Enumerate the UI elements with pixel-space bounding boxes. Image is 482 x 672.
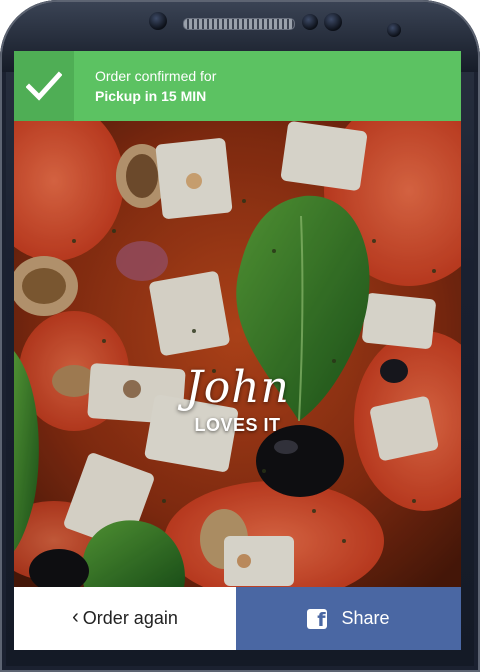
order-again-label: Order again — [82, 608, 178, 628]
facebook-icon: f — [307, 608, 328, 629]
app-screen: Order confirmed for Pickup in 15 MIN Joh… — [14, 51, 461, 650]
hero-caption: John LOVES IT — [14, 363, 461, 436]
proximity-sensor — [302, 14, 318, 30]
earpiece-speaker — [183, 18, 295, 30]
front-camera — [324, 13, 342, 31]
checkmark-icon — [14, 51, 74, 121]
front-sensor — [149, 12, 167, 30]
banner-text: Order confirmed for Pickup in 15 MIN — [95, 67, 216, 106]
pizza-photo: John LOVES IT — [14, 121, 461, 587]
order-again-button[interactable]: ‹ Order again — [14, 587, 236, 650]
banner-title: Order confirmed for — [95, 68, 217, 84]
pickup-time: Pickup in 15 MIN — [95, 88, 207, 104]
customer-name: John — [185, 362, 290, 413]
share-button[interactable]: f Share — [236, 587, 461, 650]
light-sensor — [387, 23, 401, 37]
chevron-left-icon: ‹ — [72, 606, 79, 628]
share-label: Share — [341, 608, 390, 628]
order-confirmation-banner: Order confirmed for Pickup in 15 MIN — [14, 51, 461, 121]
tagline: LOVES IT — [194, 415, 281, 435]
